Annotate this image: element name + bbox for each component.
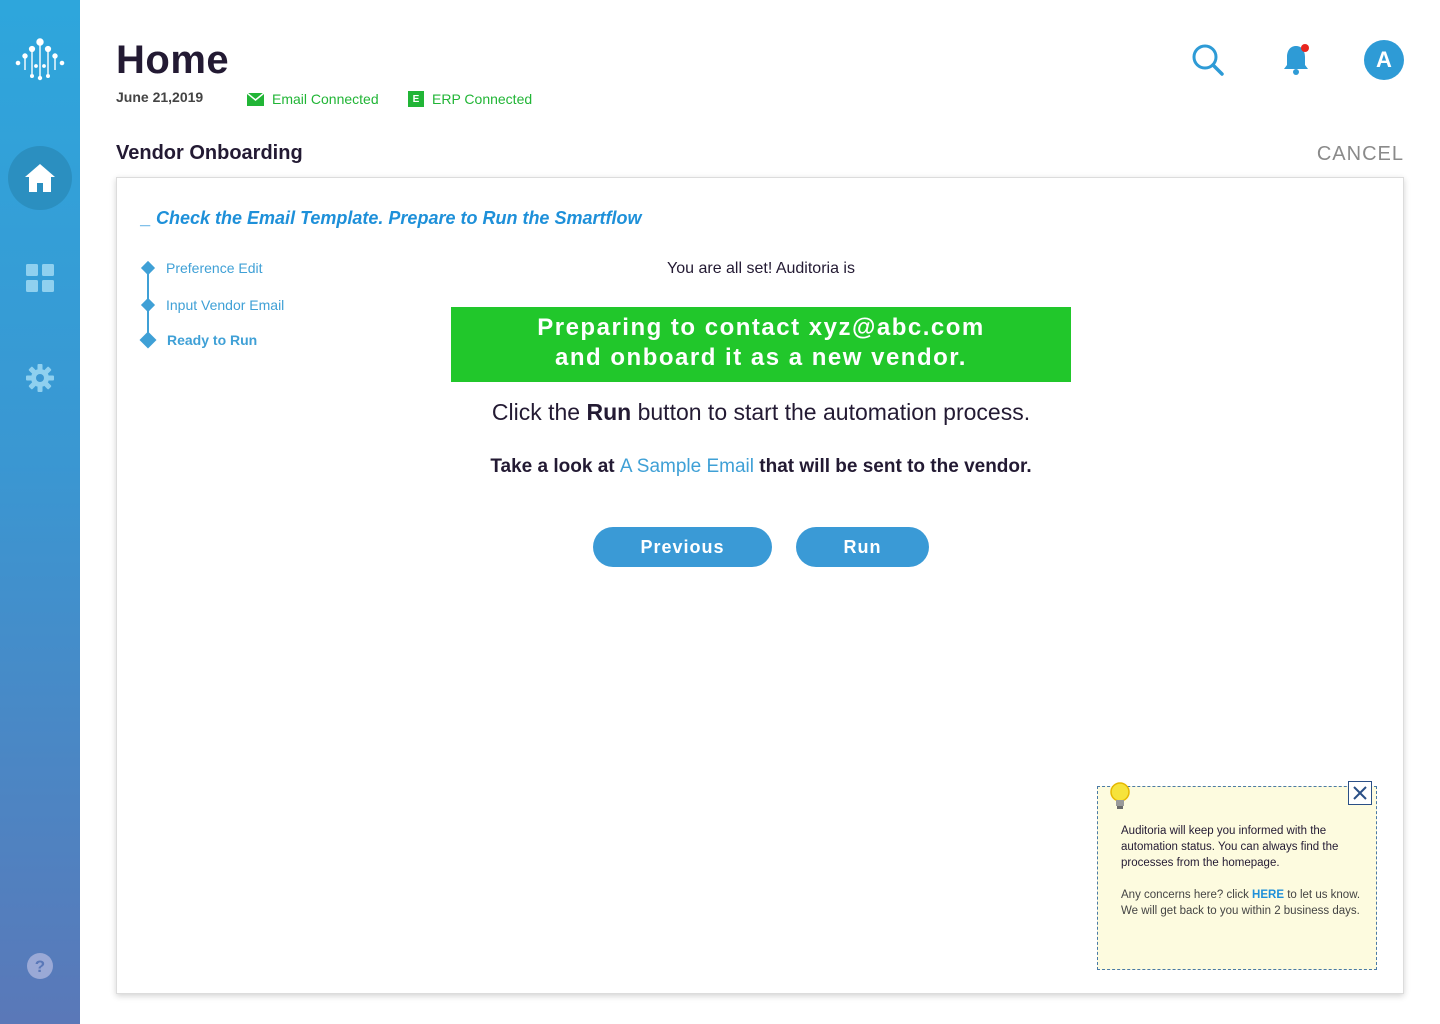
step-label: Ready to Run [167, 332, 258, 348]
instruction-run-word: Run [586, 399, 632, 425]
auditoria-logo[interactable] [12, 36, 68, 84]
help-button[interactable]: ? [24, 950, 56, 982]
mail-icon [247, 92, 264, 106]
notifications-button[interactable] [1280, 42, 1314, 78]
step-marker-icon [139, 331, 157, 349]
section-title: Vendor Onboarding [116, 142, 303, 164]
instruction-pre: Click the [491, 399, 587, 425]
sample-email-link[interactable]: A Sample Email [620, 456, 754, 477]
step-input-vendor-email[interactable]: Input Vendor Email [140, 297, 285, 313]
banner-line-1: Preparing to contact xyz@abc.com [537, 314, 985, 341]
close-icon [1353, 786, 1367, 800]
step-heading: _ Check the Email Template. Prepare to R… [141, 208, 642, 228]
search-button[interactable] [1190, 42, 1226, 78]
page-title: Home [116, 38, 230, 82]
erp-badge-icon: E [408, 91, 424, 107]
svg-text:?: ? [35, 957, 45, 976]
sidebar-item-settings[interactable] [24, 362, 56, 394]
sidebar: ? [0, 0, 80, 1024]
smartflow-card: _ Check the Email Template. Prepare to R… [116, 177, 1404, 994]
here-link[interactable]: HERE [1252, 889, 1284, 901]
dashboard-icon [26, 264, 54, 292]
banner-line-2: and onboard it as a new vendor. [555, 344, 967, 371]
sample-post: that will be sent to the vendor. [754, 456, 1032, 477]
step-marker-icon [140, 297, 156, 313]
erp-connected-label: ERP Connected [432, 91, 533, 107]
previous-button[interactable]: Previous [593, 527, 772, 567]
close-tooltip-button[interactable] [1348, 781, 1372, 805]
email-connected-status: Email Connected [247, 91, 379, 107]
step-ready-to-run[interactable]: Ready to Run [139, 331, 258, 349]
sidebar-item-dashboard[interactable] [24, 262, 56, 294]
sample-pre: Take a look at [490, 456, 620, 477]
avatar[interactable]: A [1364, 40, 1404, 80]
erp-connected-status: E ERP Connected [408, 91, 532, 107]
run-instruction: Click the Run button to start the automa… [117, 399, 1405, 426]
cancel-button[interactable]: CANCEL [1317, 143, 1404, 166]
tooltip-concerns-text: Any concerns here? click HERE to let us … [1121, 887, 1361, 919]
run-button[interactable]: Run [796, 527, 929, 567]
question-icon: ? [27, 953, 53, 979]
all-set-text: You are all set! Auditoria is [667, 260, 855, 277]
preparing-banner: Preparing to contact xyz@abc.com and onb… [451, 307, 1071, 382]
step-label: Input Vendor Email [166, 297, 285, 313]
instruction-post: button to start the automation process. [631, 399, 1031, 425]
page-date: June 21,2019 [116, 89, 204, 105]
info-tooltip: Auditoria will keep you informed with th… [1097, 781, 1377, 970]
concerns-pre: Any concerns here? click [1121, 889, 1253, 901]
sample-email-text: Take a look at A Sample Email that will … [117, 456, 1405, 478]
lightbulb-icon [1110, 782, 1130, 809]
bell-icon [1284, 44, 1309, 75]
home-icon [25, 164, 55, 192]
sidebar-item-home[interactable] [8, 146, 72, 210]
email-connected-label: Email Connected [272, 91, 379, 107]
tooltip-info-text: Auditoria will keep you informed with th… [1121, 825, 1339, 869]
search-icon [1192, 44, 1224, 76]
gear-icon [26, 364, 54, 392]
